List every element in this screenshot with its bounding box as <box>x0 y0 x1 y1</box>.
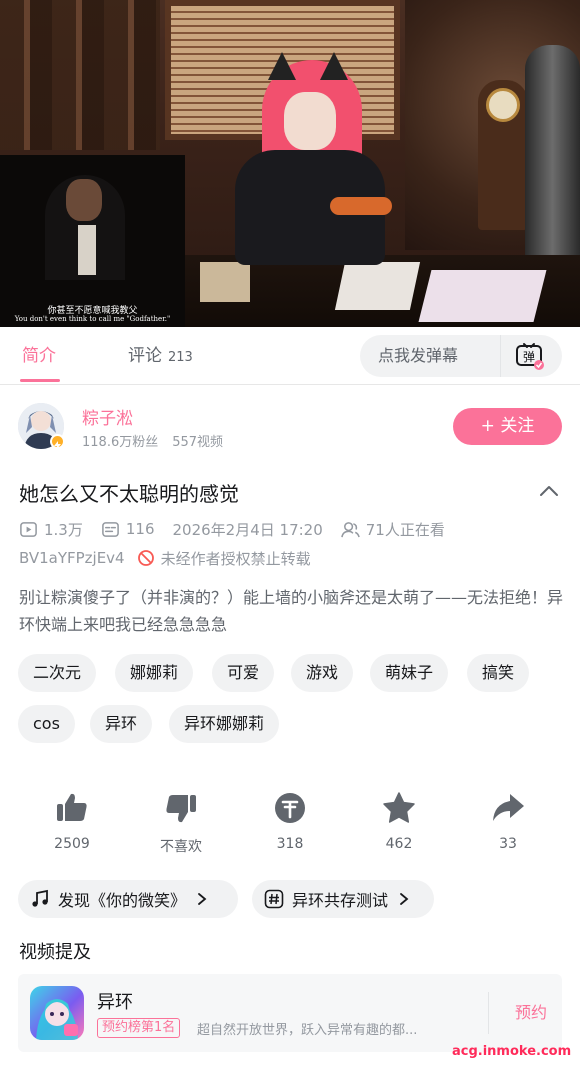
tag[interactable]: cos <box>18 705 75 743</box>
game-description: 超自然开放世界，跃入异常有趣的都... <box>197 1023 418 1038</box>
tag[interactable]: 游戏 <box>291 654 354 692</box>
tab-comments[interactable]: 评论 213 <box>128 327 193 385</box>
video-description: 别让粽演傻子了（并非演的？）能上墙的小脑斧还是太萌了——无法拒绝！异环快端上来吧… <box>19 588 564 634</box>
desk-box <box>200 262 250 302</box>
no-repost-icon <box>137 550 154 566</box>
uploader-stats: 118.6万粉丝 557视频 <box>82 431 223 450</box>
watching-people-icon <box>340 521 360 537</box>
picture-in-picture-inset: 你甚至不愿意喊我教父 You don't even think to call … <box>0 155 185 327</box>
tag[interactable]: 搞笑 <box>467 654 530 692</box>
hashtag-icon <box>264 889 284 909</box>
coin-button[interactable]: 318 <box>250 790 330 852</box>
uploader-videos: 557视频 <box>172 435 224 450</box>
music-chip-label: 发现《你的微笑》 <box>58 891 187 910</box>
tab-comments-label: 评论 <box>128 346 162 366</box>
like-button[interactable]: 2509 <box>32 790 112 852</box>
video-id-row: BV1aYFPzjEv4 未经作者授权禁止转载 <box>19 547 311 569</box>
tag[interactable]: 娜娜莉 <box>115 654 194 692</box>
tag[interactable]: 异环 <box>90 705 153 743</box>
divider <box>488 992 489 1034</box>
danmaku-toggle-icon[interactable]: 弹 <box>514 341 544 371</box>
topic-chip-label: 异环共存测试 <box>292 891 389 910</box>
inset-figure-face <box>66 179 102 221</box>
dislike-label: 不喜欢 <box>160 839 202 855</box>
divider <box>500 335 501 377</box>
watermark: acg.inmoke.com <box>452 1044 572 1059</box>
music-chip[interactable]: 发现《你的微笑》 <box>18 880 238 918</box>
cosplayer-ear <box>268 52 296 80</box>
follow-button[interactable]: + 关注 <box>453 408 562 445</box>
coin-count: 318 <box>276 836 304 852</box>
bvid[interactable]: BV1aYFPzjEv4 <box>19 549 125 567</box>
tab-bar: 简介 评论 213 点我发弹幕 弹 <box>0 327 580 385</box>
watching-now: 71人正在看 <box>365 520 445 539</box>
thumbs-down-icon <box>166 795 196 823</box>
danmaku-count-icon <box>101 521 119 537</box>
mentions-section-title: 视频提及 <box>19 942 91 963</box>
share-button[interactable]: 33 <box>468 790 548 852</box>
like-count: 2509 <box>54 836 90 852</box>
reserve-button[interactable]: 预约 <box>506 974 556 1052</box>
video-player[interactable]: 你甚至不愿意喊我教父 You don't even think to call … <box>0 0 580 327</box>
share-count: 33 <box>499 836 517 852</box>
tab-comments-count: 213 <box>168 350 193 365</box>
view-count: 1.3万 <box>44 520 83 539</box>
chevron-right-icon <box>198 893 207 905</box>
thumbs-up-icon <box>57 793 87 821</box>
danmaku-count: 116 <box>125 520 155 538</box>
video-title: 她怎么又不太聪明的感觉 <box>19 482 239 506</box>
danmaku-toggle-label: 弹 <box>523 350 535 364</box>
clock-face <box>486 88 520 122</box>
game-name: 异环 <box>97 992 133 1013</box>
tag[interactable]: 萌妹子 <box>370 654 449 692</box>
danmaku-input[interactable]: 点我发弹幕 <box>378 335 458 377</box>
rank-badge: 预约榜第1名 <box>97 1018 181 1038</box>
topic-chip[interactable]: 异环共存测试 <box>252 880 434 918</box>
repost-notice: 未经作者授权禁止转载 <box>160 549 311 568</box>
verified-badge-icon <box>50 434 65 450</box>
subtitle-english: You don't even think to call me "Godfath… <box>14 315 171 323</box>
tab-intro[interactable]: 简介 <box>22 327 56 385</box>
publish-time: 2026年2月4日 17:20 <box>172 520 323 539</box>
collapse-chevron-up-icon[interactable] <box>539 484 559 498</box>
desk-box <box>334 262 421 310</box>
game-card[interactable]: 异环 预约榜第1名 超自然开放世界，跃入异常有趣的都... 预约 <box>18 974 562 1052</box>
chevron-right-icon <box>400 893 409 905</box>
star-icon <box>383 792 415 823</box>
cosplayer-food <box>330 197 392 215</box>
music-note-icon <box>32 889 48 907</box>
uploader-name[interactable]: 粽子淞 <box>82 404 133 429</box>
uploader-followers: 118.6万粉丝 <box>82 435 159 450</box>
tag[interactable]: 可爱 <box>212 654 275 692</box>
desk-box <box>418 270 547 322</box>
armor-statue <box>525 45 580 275</box>
favorite-count: 462 <box>385 836 413 852</box>
background-bookshelf <box>0 0 160 150</box>
dislike-button[interactable]: 不喜欢 <box>141 790 221 856</box>
video-meta-row: 1.3万 116 2026年2月4日 17:20 71人正在看 <box>19 518 445 540</box>
favorite-button[interactable]: 462 <box>359 790 439 852</box>
tag[interactable]: 异环娜娜莉 <box>169 705 280 743</box>
tab-active-indicator <box>20 379 60 382</box>
cosplayer-ear <box>320 52 348 80</box>
cosplayer-face <box>284 92 336 150</box>
play-count-icon <box>20 521 37 537</box>
coin-icon <box>275 793 305 823</box>
danmaku-bar: 点我发弹幕 弹 <box>360 335 562 377</box>
inset-figure-shirt <box>78 225 96 275</box>
tag[interactable]: 二次元 <box>18 654 97 692</box>
share-icon <box>493 794 524 821</box>
game-icon <box>30 986 84 1040</box>
